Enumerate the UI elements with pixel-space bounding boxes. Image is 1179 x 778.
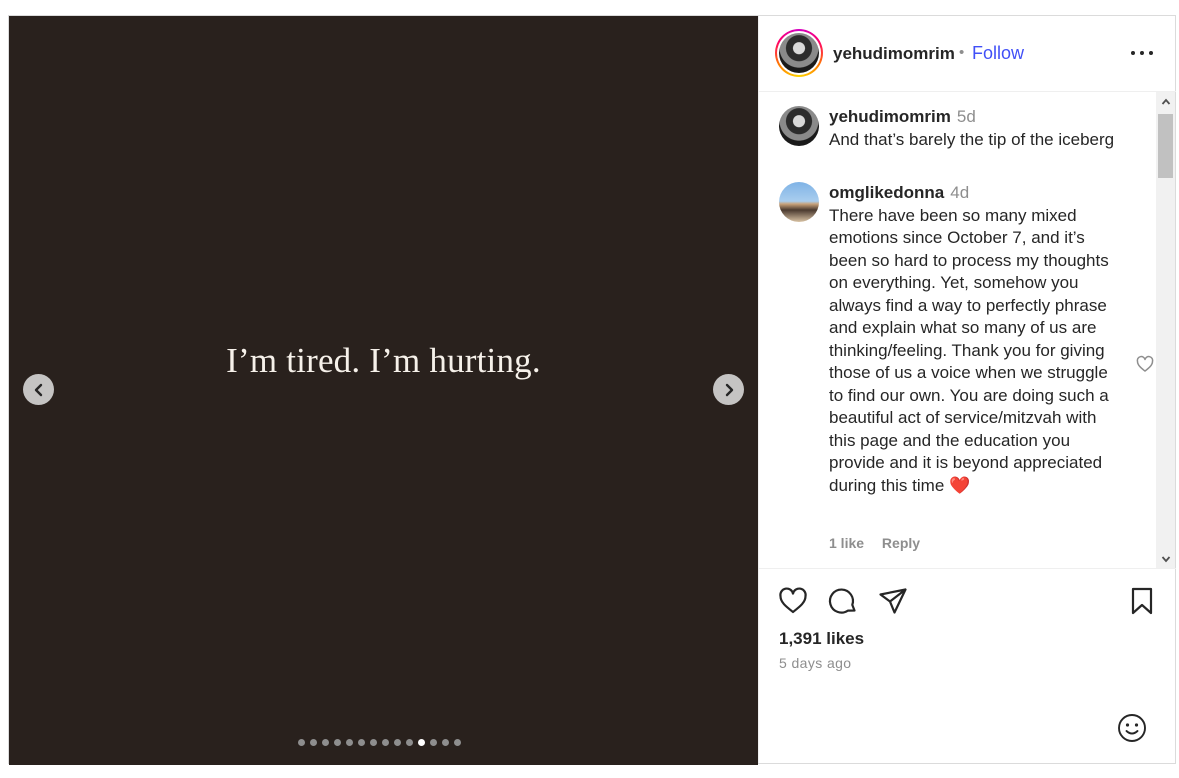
- comment-text: And that’s barely the tip of the iceberg: [829, 129, 1115, 149]
- emoji-icon[interactable]: [1116, 712, 1148, 744]
- scroll-thumb[interactable]: [1158, 114, 1173, 178]
- more-options-button[interactable]: [1131, 42, 1153, 64]
- post-header: yehudimomrim • Follow: [759, 16, 1176, 92]
- next-slide-button[interactable]: [713, 374, 744, 405]
- comment-text: There have been so many mixed emotions s…: [829, 205, 1109, 495]
- slide-dot: [310, 739, 317, 746]
- slide-dot: [346, 739, 353, 746]
- comment-username[interactable]: yehudimomrim: [829, 107, 951, 126]
- post-actions: 1,391 likes 5 days ago: [759, 568, 1176, 764]
- comment-time: 4d: [950, 183, 970, 202]
- slide-dot: [418, 739, 425, 746]
- slide-indicator: [298, 739, 461, 746]
- follow-button[interactable]: Follow: [972, 43, 1024, 64]
- heart-icon[interactable]: [777, 585, 809, 617]
- slide-dot: [358, 739, 365, 746]
- author-avatar: [779, 33, 819, 73]
- comment-like-icon[interactable]: [1135, 354, 1155, 374]
- slide-dot: [334, 739, 341, 746]
- comment-icon[interactable]: [827, 585, 859, 617]
- author-username[interactable]: yehudimomrim: [833, 44, 955, 64]
- slide-dot: [322, 739, 329, 746]
- slide-dot: [442, 739, 449, 746]
- comment-meta: 1 like Reply: [829, 535, 934, 551]
- commenter-avatar[interactable]: [779, 106, 819, 146]
- chevron-up-icon: [1161, 98, 1170, 105]
- slide-dot: [430, 739, 437, 746]
- post-dialog: I’m tired. I’m hurting. yehudimomrim • F…: [8, 15, 1176, 765]
- bookmark-icon[interactable]: [1126, 585, 1158, 617]
- chevron-left-icon: [34, 383, 42, 396]
- slide-dot: [298, 739, 305, 746]
- author-avatar-ring[interactable]: [775, 29, 823, 77]
- post-timestamp: 5 days ago: [779, 655, 852, 671]
- share-icon[interactable]: [877, 585, 909, 617]
- comment-time: 5d: [956, 107, 976, 126]
- comment-likes-count[interactable]: 1 like: [829, 535, 864, 551]
- slide-text: I’m tired. I’m hurting.: [226, 341, 541, 380]
- header-separator: •: [959, 44, 965, 61]
- chevron-right-icon: [725, 383, 733, 396]
- scroll-down-button[interactable]: [1156, 549, 1175, 568]
- slide-dot: [406, 739, 413, 746]
- slide-dot: [370, 739, 377, 746]
- slide-dot: [382, 739, 389, 746]
- chevron-down-icon: [1161, 555, 1170, 562]
- comment-username[interactable]: omglikedonna: [829, 183, 944, 202]
- slide-dot: [394, 739, 401, 746]
- likes-count[interactable]: 1,391 likes: [779, 629, 864, 649]
- commenter-avatar[interactable]: [779, 182, 819, 222]
- post-media: I’m tired. I’m hurting.: [9, 16, 758, 765]
- reply-button[interactable]: Reply: [882, 535, 920, 551]
- post-sidebar: yehudimomrim • Follow yehudimomrim 5d And…: [758, 16, 1176, 763]
- comments-list[interactable]: yehudimomrim 5d And that’s barely the tip…: [759, 92, 1176, 568]
- more-horizontal-icon: [1131, 51, 1135, 55]
- slide-dot: [454, 739, 461, 746]
- scroll-up-button[interactable]: [1156, 92, 1175, 111]
- previous-slide-button[interactable]: [23, 374, 54, 405]
- comments-scrollbar[interactable]: [1156, 92, 1175, 568]
- heart-emoji: ❤️: [949, 475, 971, 495]
